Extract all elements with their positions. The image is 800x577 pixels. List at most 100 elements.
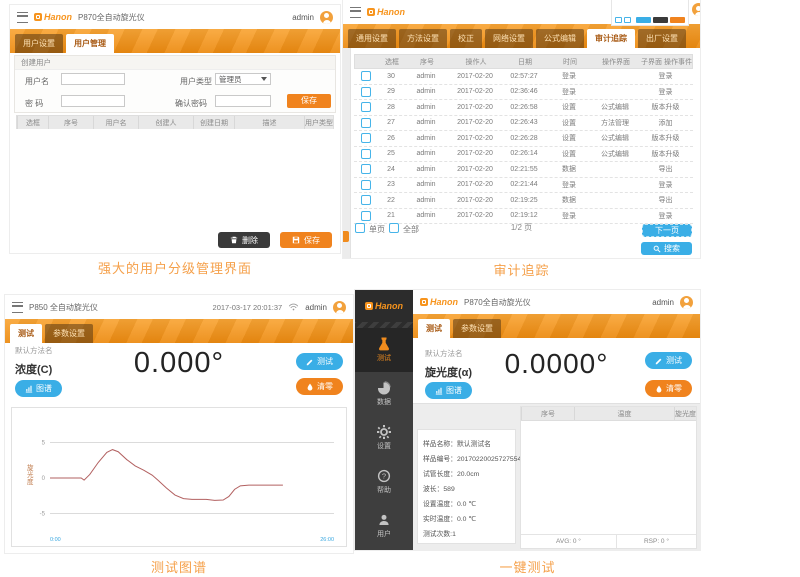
info-label: 试管长度： bbox=[423, 467, 457, 482]
save-button[interactable]: 保存 bbox=[280, 232, 332, 248]
dialog-button-dark[interactable] bbox=[653, 17, 668, 23]
username-input[interactable] bbox=[61, 73, 125, 85]
row-checkbox[interactable] bbox=[354, 131, 378, 146]
sidebar-item-settings[interactable]: 设置 bbox=[355, 416, 413, 460]
row-checkbox[interactable] bbox=[354, 193, 378, 208]
row-checkbox[interactable] bbox=[354, 69, 378, 84]
tab[interactable]: 校正 bbox=[450, 29, 482, 48]
user-table-body bbox=[16, 129, 334, 227]
table-cell bbox=[592, 162, 638, 177]
table-cell: admin bbox=[404, 116, 448, 131]
table-cell: 导出 bbox=[638, 162, 693, 177]
table-cell: 02:57:27 bbox=[502, 69, 546, 84]
tab[interactable]: 用户管理 bbox=[66, 34, 114, 53]
info-value: 20.0cm bbox=[457, 467, 479, 482]
zero-button[interactable]: 清零 bbox=[296, 378, 343, 395]
tab[interactable]: 公式编辑 bbox=[536, 29, 584, 48]
tab[interactable]: 测试 bbox=[10, 324, 42, 343]
checkbox-icon bbox=[361, 133, 371, 143]
tab[interactable]: 测试 bbox=[418, 319, 450, 338]
table-cell: admin bbox=[404, 131, 448, 146]
column-header: 创建人 bbox=[138, 116, 193, 130]
avatar[interactable] bbox=[680, 296, 693, 309]
single-page-label: 单页 bbox=[369, 224, 385, 235]
hamburger-menu-icon[interactable] bbox=[12, 302, 23, 313]
table-cell: 02:21:55 bbox=[502, 162, 546, 177]
app-header: Hanon P870全自动旋光仪 admin bbox=[413, 290, 700, 314]
info-value: 589 bbox=[443, 482, 454, 497]
dialog-checkbox[interactable] bbox=[615, 17, 622, 23]
sidebar-item-user[interactable]: 用户 bbox=[355, 504, 413, 548]
table-cell: 2017-02-20 bbox=[448, 178, 502, 193]
all-checkbox[interactable] bbox=[389, 223, 399, 235]
tab-bar: 用户设置用户管理 bbox=[10, 29, 340, 53]
table-cell: 数据 bbox=[546, 162, 592, 177]
app-header: Hanon P870全自动旋光仪 admin bbox=[10, 5, 340, 29]
table-cell: 设置 bbox=[546, 100, 592, 115]
delete-button[interactable]: 删除 bbox=[218, 232, 270, 248]
confirm-password-input[interactable] bbox=[215, 95, 271, 107]
row-checkbox[interactable] bbox=[354, 116, 378, 131]
sidebar-item-test[interactable]: 测试 bbox=[355, 328, 413, 372]
result-table: 序号温度旋光度 AVG: 0 ° RSP: 0 ° bbox=[520, 406, 697, 549]
measurement-reading: 0.000° bbox=[65, 347, 293, 380]
hamburger-menu-icon[interactable] bbox=[17, 12, 28, 23]
column-header: 描述 bbox=[234, 116, 304, 130]
info-value: 0.0 ℃ bbox=[457, 512, 476, 527]
tab[interactable]: 出厂设置 bbox=[638, 29, 686, 48]
brand-logo-icon bbox=[365, 302, 373, 310]
zero-button[interactable]: 清零 bbox=[645, 380, 692, 397]
table-cell: 2017-02-20 bbox=[448, 162, 502, 177]
tab[interactable]: 通用设置 bbox=[348, 29, 396, 48]
next-page-button[interactable]: 下一页 bbox=[642, 224, 692, 237]
table-cell: 2017-02-20 bbox=[448, 193, 502, 208]
form-save-button[interactable]: 保存 bbox=[287, 94, 331, 108]
column-header: 序号 bbox=[521, 407, 574, 420]
sidebar-item-label: 测试 bbox=[377, 353, 391, 363]
usertype-select[interactable]: 管理员 bbox=[215, 73, 271, 85]
tab[interactable]: 参数设置 bbox=[453, 319, 501, 338]
tab[interactable]: 方法设置 bbox=[399, 29, 447, 48]
svg-text:26:00: 26:00 bbox=[320, 537, 334, 543]
dialog-button-blue[interactable] bbox=[636, 17, 651, 23]
avatar[interactable] bbox=[320, 11, 333, 24]
table-cell: 设置 bbox=[546, 131, 592, 146]
test-button[interactable]: 测试 bbox=[296, 353, 343, 370]
password-input[interactable] bbox=[61, 95, 125, 107]
row-checkbox[interactable] bbox=[354, 147, 378, 162]
spectrum-chart-svg: 50-5旋光度0:0026:00 bbox=[12, 408, 346, 546]
hamburger-menu-icon[interactable] bbox=[350, 7, 361, 18]
tab-bar: 测试参数设置 bbox=[413, 314, 700, 338]
tab[interactable]: 参数设置 bbox=[45, 324, 93, 343]
table-cell: 02:26:58 bbox=[502, 100, 546, 115]
avatar[interactable] bbox=[333, 301, 346, 314]
sidebar-item-label: 数据 bbox=[377, 397, 391, 407]
row-checkbox[interactable] bbox=[354, 85, 378, 100]
row-checkbox[interactable] bbox=[354, 178, 378, 193]
sidebar-item-data[interactable]: 数据 bbox=[355, 372, 413, 416]
caption-audit: 审计追踪 bbox=[343, 260, 700, 279]
search-button[interactable]: 搜索 bbox=[641, 242, 692, 255]
table-cell: 公式编辑 bbox=[592, 131, 638, 146]
row-checkbox[interactable] bbox=[354, 209, 378, 224]
dialog-button-orange[interactable] bbox=[670, 17, 685, 23]
zero-button-label: 清零 bbox=[666, 383, 682, 394]
test-button[interactable]: 测试 bbox=[645, 352, 692, 369]
spectrum-button[interactable]: 图谱 bbox=[15, 380, 62, 397]
table-cell: admin bbox=[404, 178, 448, 193]
sidebar-item-help[interactable]: ? 帮助 bbox=[355, 460, 413, 504]
dialog-checkbox[interactable] bbox=[624, 17, 631, 23]
spectrum-button[interactable]: 图谱 bbox=[425, 382, 472, 399]
row-checkbox[interactable] bbox=[354, 100, 378, 115]
table-cell: 公式编辑 bbox=[592, 147, 638, 162]
pencil-icon bbox=[306, 358, 314, 366]
single-page-checkbox[interactable] bbox=[355, 223, 365, 235]
row-checkbox[interactable] bbox=[354, 162, 378, 177]
tab[interactable]: 用户设置 bbox=[15, 34, 63, 53]
brand-logo-icon bbox=[34, 13, 42, 21]
current-user: admin bbox=[292, 13, 314, 22]
column-header: 操作界面 bbox=[593, 55, 639, 68]
screenshot-test-spectrum: P850 全自动旋光仪 2017-03-17 20:01:37 admin 测试… bbox=[5, 295, 353, 553]
tab[interactable]: 审计追踪 bbox=[587, 29, 635, 48]
tab[interactable]: 网络设置 bbox=[485, 29, 533, 48]
